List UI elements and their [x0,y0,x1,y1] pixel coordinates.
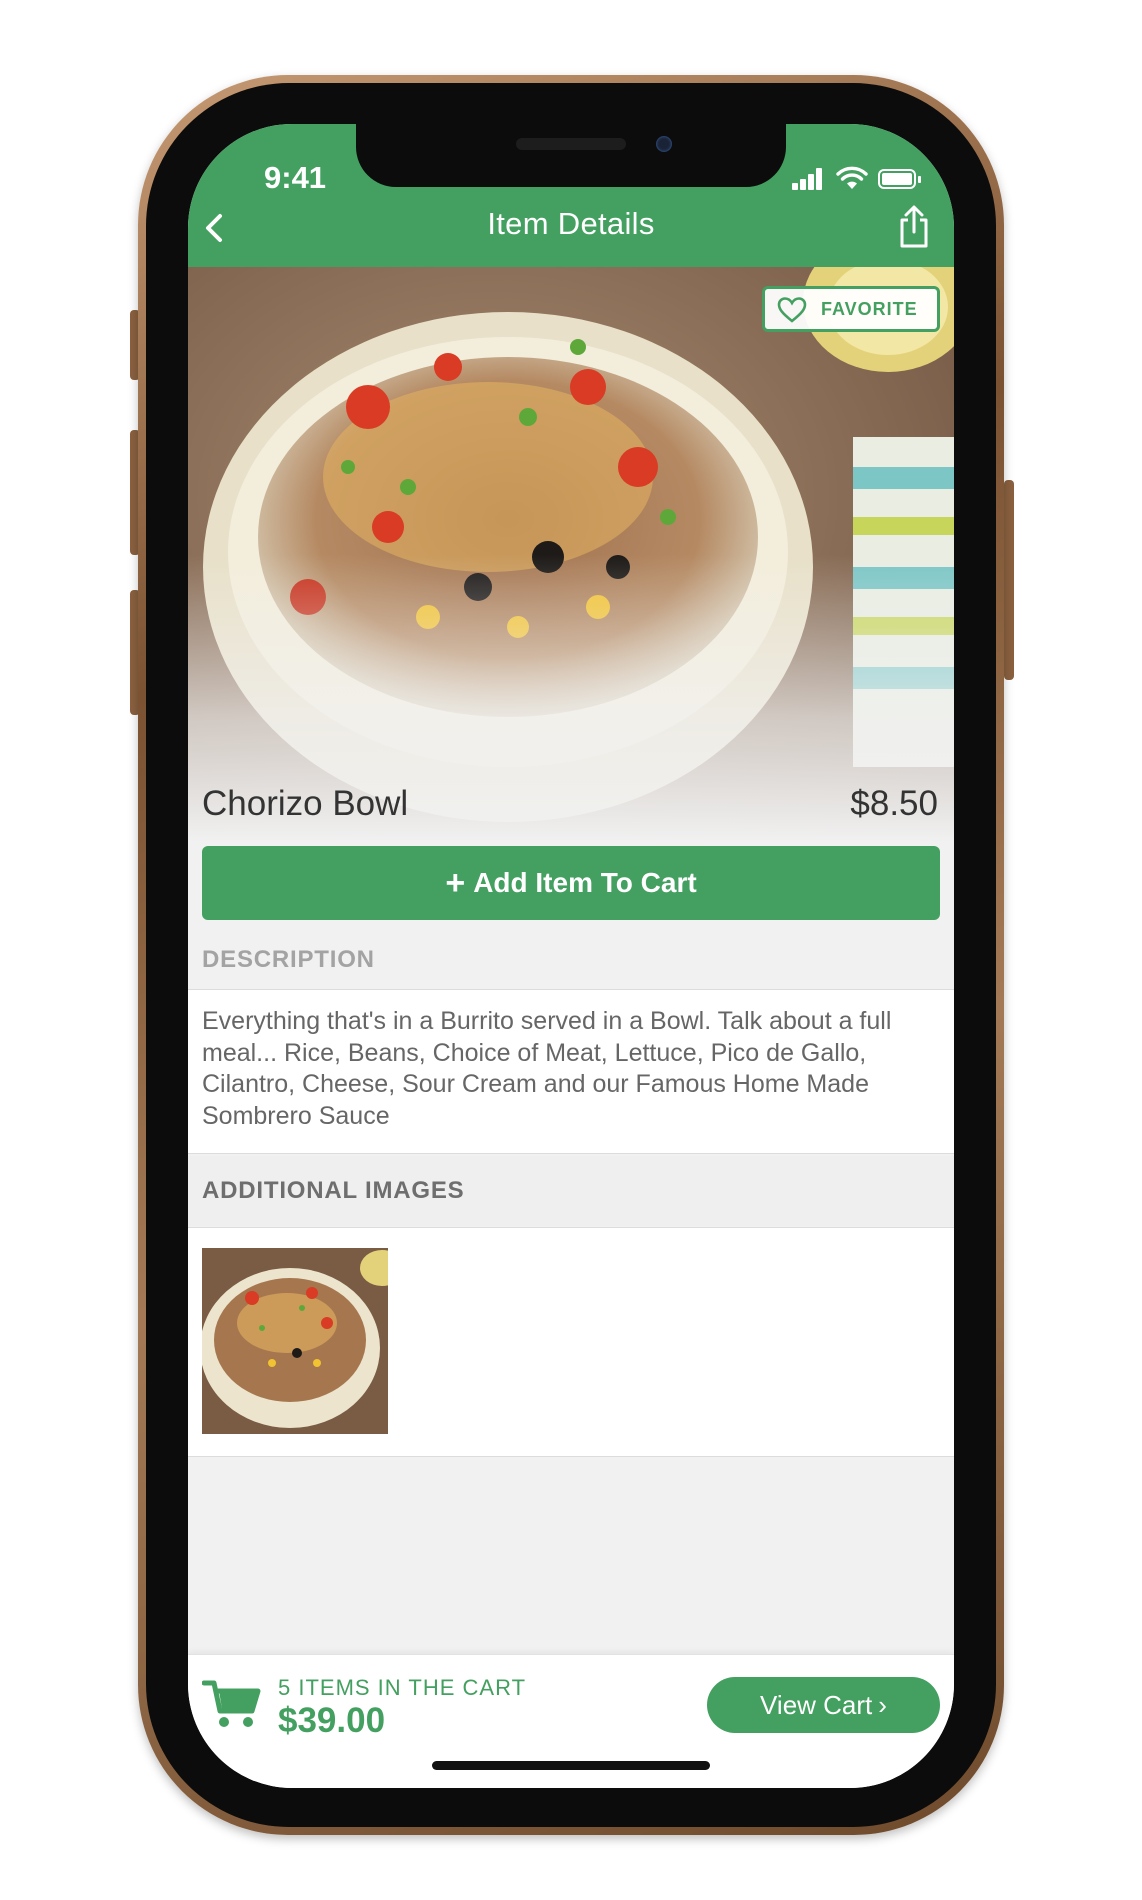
cart-item-count: 5 ITEMS IN THE CART [278,1675,527,1700]
notch [356,124,786,187]
signal-icon [792,168,824,190]
additional-image-thumbnail[interactable] [202,1248,388,1434]
earpiece-speaker [516,138,626,150]
description-section: Everything that's in a Burrito served in… [188,989,954,1154]
add-item-to-cart-button[interactable]: + Add Item To Cart [202,846,940,920]
additional-images-section [188,1227,954,1457]
description-text: Everything that's in a Burrito served in… [202,1007,892,1130]
wifi-icon [836,166,868,189]
cart-total: $39.00 [278,1701,386,1740]
favorite-label: FAVORITE [821,298,918,319]
status-time: 9:41 [264,160,327,195]
thumbnail-photo [202,1248,388,1434]
view-cart-label: View Cart [760,1689,873,1720]
view-cart-button[interactable]: View Cart › [707,1677,940,1733]
device-stage: 9:41 Item Details FAVORITE Chorizo Bowl … [0,0,1142,1900]
share-icon[interactable] [894,204,934,250]
add-to-cart-label: Add Item To Cart [473,867,697,898]
screen: 9:41 Item Details FAVORITE Chorizo Bowl … [188,124,954,1788]
page-title: Item Details [487,206,655,241]
item-price: $8.50 [850,784,938,823]
additional-images-header: ADDITIONAL IMAGES [188,1156,954,1226]
cart-icon[interactable] [202,1679,262,1729]
back-chevron-icon[interactable] [194,206,238,250]
chevron-right-icon: › [878,1689,887,1720]
status-icons [792,166,922,192]
item-photo: FAVORITE [188,267,954,842]
home-indicator[interactable] [432,1761,710,1770]
heart-icon [777,296,807,323]
battery-icon [878,169,916,189]
power-button [1004,480,1014,680]
favorite-button[interactable]: FAVORITE [762,286,940,332]
description-header: DESCRIPTION [202,946,375,973]
plus-icon: + [445,864,466,902]
battery-cap [918,176,921,183]
photo-fade-overlay [188,267,954,842]
item-name: Chorizo Bowl [202,784,409,823]
front-camera [656,136,672,152]
